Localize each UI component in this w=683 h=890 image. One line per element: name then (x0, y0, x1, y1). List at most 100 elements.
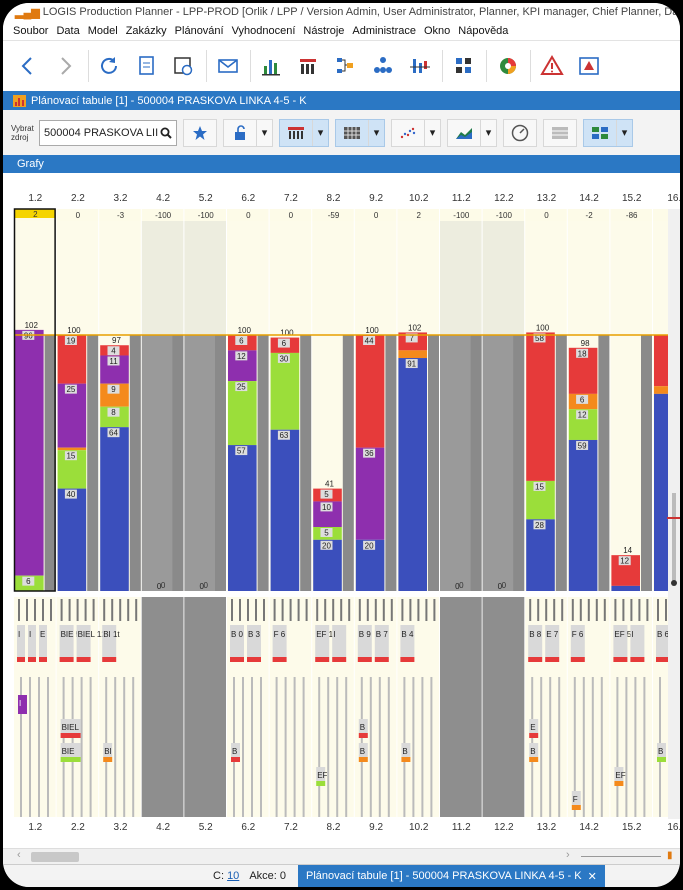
status-count-link[interactable]: 10 (227, 870, 239, 882)
document-list-button[interactable] (129, 48, 165, 84)
area-view-button[interactable]: ▾ (447, 118, 497, 147)
timeline-tick (316, 599, 319, 621)
gantt-block-label: B (360, 747, 365, 756)
document-tab-title: Plánovací tabule [1] - 500004 PRASKOVA L… (31, 94, 307, 107)
area-chart-icon (456, 127, 472, 139)
gantt-block-label: F (573, 795, 578, 804)
menu-1[interactable]: Data (56, 25, 79, 37)
planning-board-svg: 1.2 1.2 2.2 2.2 3.2 3.2 4.2 4.2 5.2 5.2 6.2 6.2 7.2 7… (13, 193, 680, 833)
envelope-button[interactable] (210, 48, 246, 84)
day-label-bottom: 8.2 (327, 822, 341, 833)
timeline-tick (603, 599, 606, 621)
grid-view-button[interactable]: ▾ (335, 118, 385, 147)
bar-chart-button[interactable] (254, 48, 290, 84)
close-tab-icon[interactable]: ✕ (588, 870, 597, 883)
menu-0[interactable]: Soubor (13, 25, 48, 37)
timeline-tick (34, 599, 36, 621)
bar-segment-blue (270, 429, 300, 591)
bar-segment-blue (611, 585, 640, 591)
lock-dropdown[interactable]: ▾ (256, 119, 272, 146)
status-actions: Akce: 0 (249, 870, 286, 882)
lane-divider (275, 677, 278, 817)
status-bar: C: 10 Akce: 0 Plánovací tabule [1] - 500… (3, 864, 680, 887)
table-button[interactable] (543, 118, 577, 147)
day-label-bottom: 11.2 (452, 822, 471, 833)
stacked-chart-button[interactable] (291, 48, 327, 84)
scrollbar-thumb[interactable] (31, 852, 79, 862)
document-tab[interactable]: Plánovací tabule [1] - 500004 PRASKOVA L… (3, 91, 680, 110)
lane-divider (38, 677, 40, 817)
order-block-label: E 7 (546, 630, 559, 639)
lock-button[interactable]: ▾ (223, 118, 273, 147)
lane-divider (558, 677, 561, 817)
order-block-label: I (18, 630, 20, 639)
timeline-tick (348, 599, 351, 621)
app-logo-icon: ▂▄▆ (15, 6, 40, 19)
gantt-block-status (316, 781, 326, 786)
timeline-tick (433, 599, 436, 621)
day-label-top: 13.2 (537, 193, 557, 204)
columns-view-button[interactable]: ▾ (279, 118, 329, 147)
calendar-clock-button[interactable] (166, 48, 202, 84)
gauge-button[interactable] (503, 118, 537, 147)
bar-segment-label: 19 (66, 337, 75, 346)
status-window-tab[interactable]: Plánovací tabule [1] - 500004 PRASKOVA L… (298, 864, 605, 887)
scatter-view-button[interactable]: ▾ (391, 118, 441, 147)
order-block-label: B 8 (529, 630, 542, 639)
bar-segment-label: 6 (282, 339, 287, 348)
balance-chart-button[interactable] (402, 48, 438, 84)
menu-5[interactable]: Vyhodnocení (232, 25, 296, 37)
gantt-block-label: B (232, 747, 237, 756)
menu-6[interactable]: Nástroje (303, 25, 344, 37)
warning-box-button[interactable] (571, 48, 607, 84)
gantt-block-label: BI (104, 747, 112, 756)
forward-arrow-button[interactable] (48, 48, 84, 84)
warning-button[interactable] (534, 48, 570, 84)
zoom-slider[interactable] (581, 856, 661, 857)
columns-view-dropdown[interactable]: ▾ (312, 119, 328, 146)
horizontal-scrollbar[interactable]: ‹ › ▮ (3, 848, 680, 864)
menu-8[interactable]: Okno (424, 25, 450, 37)
bar-segment-label: 25 (66, 385, 75, 394)
zoom-icon[interactable]: ▮ (667, 850, 673, 861)
scroll-right-icon[interactable]: › (566, 849, 570, 861)
menu-7[interactable]: Administrace (352, 25, 416, 37)
lane-divider (284, 677, 287, 817)
timeline-tick (579, 599, 582, 621)
hierarchy-button[interactable] (365, 48, 401, 84)
bar-segment-label: 12 (237, 352, 246, 361)
menu-3[interactable]: Zakázky (126, 25, 167, 37)
area-view-dropdown[interactable]: ▾ (480, 119, 496, 146)
timeline-tick (119, 599, 122, 621)
day-label-top: 6.2 (241, 193, 255, 204)
layout-dropdown[interactable]: ▾ (616, 119, 632, 146)
bar-total: 102 (408, 323, 422, 332)
menu-9[interactable]: Nápověda (458, 25, 508, 37)
grid-view-dropdown[interactable]: ▾ (368, 119, 384, 146)
bar-segment-label: 63 (279, 431, 288, 440)
refresh-button[interactable] (92, 48, 128, 84)
menu-2[interactable]: Model (88, 25, 118, 37)
source-input[interactable]: 500004 PRASKOVA LII (39, 119, 177, 146)
menu-4[interactable]: Plánování (175, 25, 224, 37)
favorite-button[interactable] (183, 118, 217, 147)
day-label-top: 5.2 (199, 193, 213, 204)
back-arrow-button[interactable] (11, 48, 47, 84)
timeline-tick (553, 599, 556, 621)
gantt-block-status (401, 757, 411, 762)
diff-value: -86 (626, 211, 638, 220)
flow-chart-button[interactable] (328, 48, 364, 84)
grid-split-button[interactable] (446, 48, 482, 84)
scroll-left-icon[interactable]: ‹ (17, 849, 21, 861)
day-label-bottom: 2.2 (71, 822, 85, 833)
document-list-icon (139, 56, 154, 75)
scatter-view-dropdown[interactable]: ▾ (424, 119, 440, 146)
timeline-tick (111, 599, 114, 621)
search-icon[interactable] (160, 127, 172, 139)
layout-icon (592, 126, 608, 139)
layout-button[interactable]: ▾ (583, 118, 633, 147)
pie-chart-button[interactable] (490, 48, 526, 84)
lane-column-empty (184, 597, 226, 817)
day-column-gap (87, 335, 99, 591)
charts-section-header[interactable]: Grafy (3, 155, 680, 173)
